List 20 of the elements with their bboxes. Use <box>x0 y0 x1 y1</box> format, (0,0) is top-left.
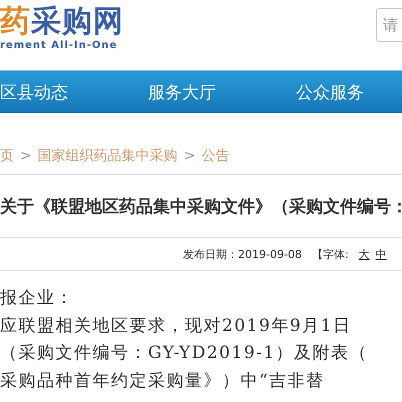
breadcrumb-separator: > <box>20 148 32 164</box>
nav-item[interactable]: 公众服务 <box>296 80 364 104</box>
body-text-line: （采购文件编号：GY-YD2019-1）及附表（ <box>0 342 370 365</box>
article-title: 关于《联盟地区药品集中采购文件》（采购文件编号： <box>0 175 402 238</box>
nav-item[interactable]: 服务大厅 <box>148 80 216 104</box>
body-text-line: 应联盟相关地区要求，现对2019年9月1日 <box>0 314 352 338</box>
nav-item[interactable]: 区县动态 <box>0 80 68 104</box>
body-text-line: 采购品种首年约定采购量》）中“吉非替 <box>0 370 326 392</box>
breadcrumb-link[interactable]: 公告 <box>201 147 230 165</box>
font-size-link[interactable]: 中 <box>376 246 387 262</box>
search-field[interactable]: 请 <box>376 8 402 42</box>
logo-title: 药采购网 <box>0 4 124 40</box>
logo-subtitle: rement All-In-One <box>0 40 118 51</box>
publish-date: 发布日期：2019-09-08 <box>183 246 302 262</box>
breadcrumb-link[interactable]: 国家组织药品集中采购 <box>38 147 178 165</box>
breadcrumb-link[interactable]: 页 <box>0 147 14 165</box>
breadcrumb-separator: > <box>184 148 196 164</box>
font-size-link[interactable]: 大 <box>358 246 370 262</box>
body-text-line: 报企业： <box>0 287 75 310</box>
font-size-label: 【字体: <box>312 246 349 262</box>
